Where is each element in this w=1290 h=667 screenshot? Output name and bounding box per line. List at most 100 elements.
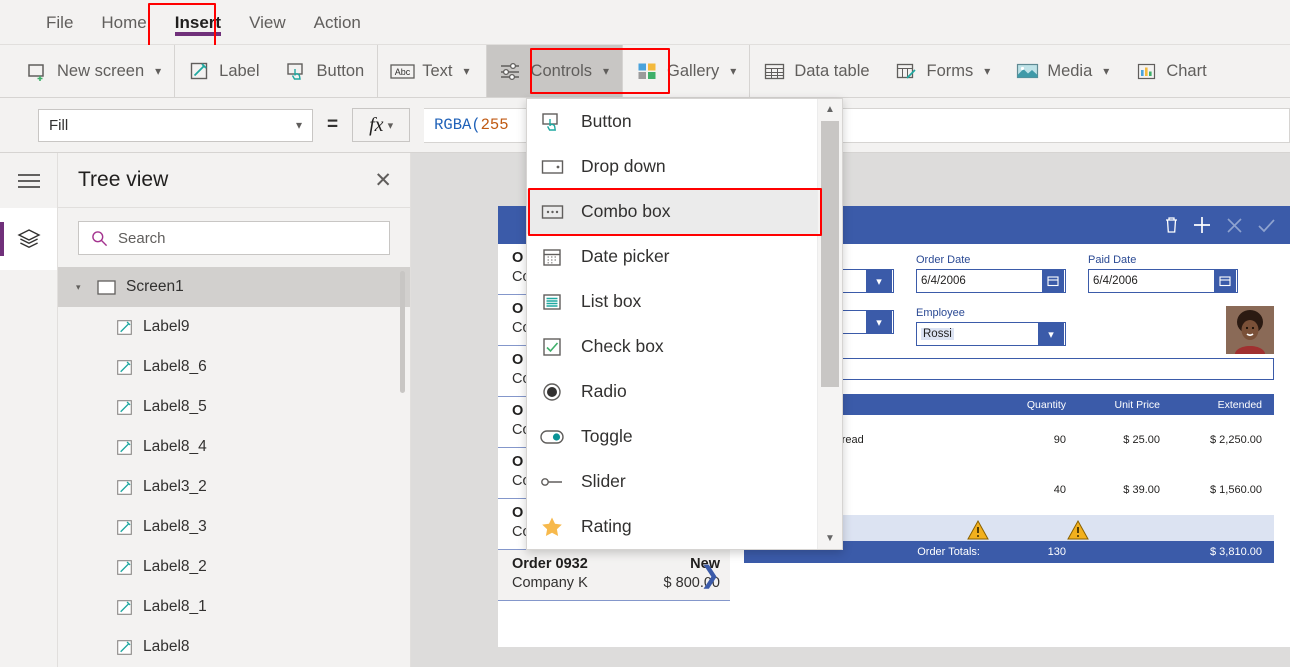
tree-item-label8-5[interactable]: Label8_5 — [58, 387, 410, 427]
menu-item-radio[interactable]: Radio — [527, 369, 817, 414]
menu-item-list-box[interactable]: List box — [527, 279, 817, 324]
ribbon-gallery-button[interactable]: Gallery ▾ — [622, 45, 749, 97]
menu-item-file-label: File — [46, 12, 74, 32]
label-icon — [117, 439, 132, 455]
column-header-extended: Extended — [1217, 398, 1262, 411]
tree-item-label9[interactable]: Label9 — [58, 307, 410, 347]
menu-item-file[interactable]: File — [32, 0, 87, 45]
warning-icon[interactable] — [1067, 519, 1089, 540]
ribbon-forms-button[interactable]: Forms ▾ — [883, 45, 1004, 97]
field-label: Employee — [916, 307, 965, 319]
menu-item-combo-box[interactable]: Combo box — [527, 189, 817, 234]
check-icon[interactable] — [1257, 217, 1276, 234]
fx-button[interactable]: fx ▾ — [352, 108, 411, 142]
ribbon-controls-button[interactable]: Controls ▾ — [485, 45, 623, 97]
chevron-down-icon[interactable]: ▾ — [866, 270, 892, 292]
ribbon-new-screen-button[interactable]: New screen ▾ — [0, 45, 174, 97]
controls-dropdown-menu[interactable]: Button Drop down Combo box Date picker L… — [526, 98, 843, 550]
controls-icon — [500, 60, 522, 82]
order-date-picker[interactable]: 6/4/2006 — [916, 269, 1066, 293]
chevron-down-icon: ▾ — [463, 64, 470, 78]
chevron-right-icon[interactable]: ❯ — [700, 561, 720, 590]
calendar-icon[interactable] — [1214, 270, 1236, 292]
menu-item-check-box[interactable]: Check box — [527, 324, 817, 369]
tree-scrollbar-thumb[interactable] — [400, 271, 405, 393]
calendar-icon[interactable] — [1042, 270, 1064, 292]
formula-function-token: RGBA( — [434, 116, 481, 134]
page-title: Tree view — [78, 168, 169, 191]
check-box-icon — [541, 336, 563, 358]
paid-date-field: Paid Date 6/4/2006 — [1088, 254, 1238, 293]
menu-item-label: Check box — [581, 336, 664, 356]
menu-item-label: Rating — [581, 516, 632, 536]
tree-item-label3-2[interactable]: Label3_2 — [58, 467, 410, 507]
ribbon-label-text: Label — [219, 61, 260, 80]
menu-item-view[interactable]: View — [235, 0, 300, 45]
formula-number-token: 255 — [480, 116, 509, 134]
ribbon-label-button[interactable]: Label — [174, 45, 272, 97]
tree-item-screen1[interactable]: ▾ Screen1 — [58, 267, 410, 307]
menu-item-rating[interactable]: Rating — [527, 504, 817, 549]
search-placeholder: Search — [118, 229, 166, 247]
menu-item-drop-down[interactable]: Drop down — [527, 144, 817, 189]
menu-item-button[interactable]: Button — [527, 99, 817, 144]
menu-item-toggle[interactable]: Toggle — [527, 414, 817, 459]
tree-item-label8-3[interactable]: Label8_3 — [58, 507, 410, 547]
tree-item-label8[interactable]: Label8 — [58, 627, 410, 667]
employee-dropdown[interactable]: Rossi ▾ — [916, 322, 1066, 346]
menu-bar: File Home Insert View Action — [0, 0, 1290, 45]
tree-view-rail-button[interactable] — [0, 208, 57, 270]
layers-icon — [16, 229, 41, 248]
tree-item-label8-6[interactable]: Label8_6 — [58, 347, 410, 387]
property-select[interactable]: Fill ▾ — [38, 108, 313, 142]
chevron-down-icon[interactable]: ▾ — [1038, 323, 1064, 345]
ribbon-chart-button[interactable]: Chart — [1122, 45, 1219, 97]
label-icon — [117, 639, 132, 655]
warning-icon[interactable] — [967, 519, 989, 540]
chevron-down-icon[interactable]: ▾ — [866, 311, 892, 333]
tree-view-header: Tree view ✕ — [58, 153, 410, 208]
ribbon-text-button[interactable]: Abc Text ▾ — [377, 45, 482, 97]
column-header-quantity: Quantity — [1026, 398, 1066, 411]
close-icon[interactable]: ✕ — [374, 170, 392, 191]
scroll-up-arrow-icon[interactable]: ▲ — [818, 99, 842, 120]
equals-sign: = — [327, 114, 339, 135]
toggle-icon — [540, 426, 564, 448]
gallery-order-id: O — [512, 454, 524, 470]
label-icon — [117, 599, 132, 615]
search-input[interactable]: Search — [78, 221, 390, 255]
paid-date-picker[interactable]: 6/4/2006 — [1088, 269, 1238, 293]
tree-item-label8-4[interactable]: Label8_4 — [58, 427, 410, 467]
gallery-row[interactable]: Order 0932 New Company K $ 800.00 ❯ — [498, 550, 730, 601]
menu-item-date-picker[interactable]: Date picker — [527, 234, 817, 279]
menu-item-insert[interactable]: Insert — [161, 0, 235, 45]
menu-item-home[interactable]: Home — [87, 0, 160, 45]
ribbon-media-button[interactable]: Media ▾ — [1003, 45, 1122, 97]
menu-item-action[interactable]: Action — [300, 0, 375, 45]
plus-icon[interactable] — [1192, 215, 1212, 235]
forms-icon — [896, 60, 918, 82]
menu-item-label: Radio — [581, 381, 627, 401]
menu-item-home-label: Home — [101, 12, 147, 32]
ribbon-new-screen-label: New screen — [57, 61, 145, 80]
ribbon-button-button[interactable]: Button — [273, 45, 378, 97]
hamburger-menu-button[interactable] — [0, 153, 57, 208]
order-totals-quantity: 130 — [1047, 546, 1066, 558]
menu-item-slider[interactable]: Slider — [527, 459, 817, 504]
tree-item-label: Label8_2 — [143, 558, 207, 575]
ribbon-media-label: Media — [1047, 61, 1093, 80]
tree-item-label8-1[interactable]: Label8_1 — [58, 587, 410, 627]
cell-unit-price: $ 25.00 — [1123, 434, 1160, 446]
controls-menu-scrollbar[interactable]: ▲ ▼ — [817, 99, 842, 549]
scrollbar-thumb[interactable] — [821, 121, 839, 387]
ribbon-data-table-button[interactable]: Data table — [749, 45, 882, 97]
scroll-down-arrow-icon[interactable]: ▼ — [818, 528, 842, 549]
cancel-x-icon[interactable] — [1225, 216, 1244, 235]
trash-icon[interactable] — [1164, 216, 1179, 234]
button-icon — [541, 111, 563, 133]
tree-item-label8-2[interactable]: Label8_2 — [58, 547, 410, 587]
combo-box-icon — [541, 201, 563, 223]
tree-item-label: Label9 — [143, 318, 190, 335]
hamburger-icon — [17, 173, 40, 188]
caret-down-icon[interactable]: ▾ — [76, 282, 87, 293]
